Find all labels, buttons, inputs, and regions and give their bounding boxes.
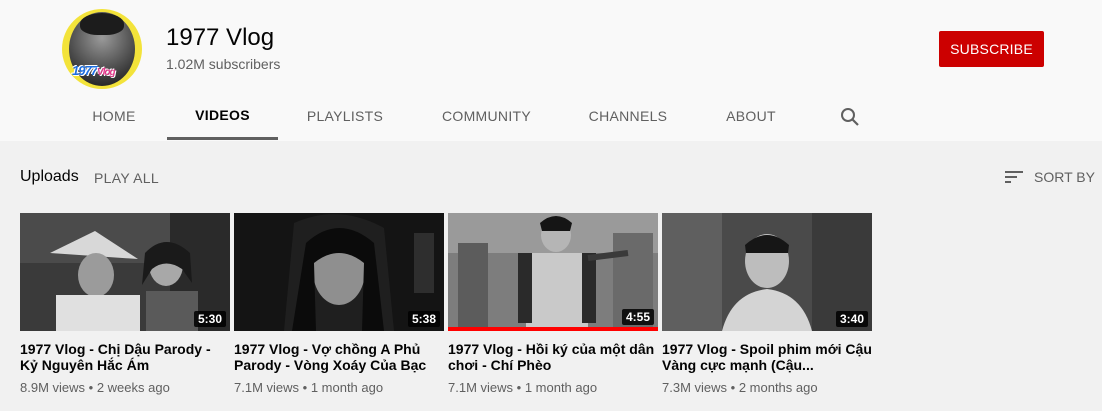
video-title[interactable]: 1977 Vlog - Spoil phim mới Cậu Vàng cực … xyxy=(662,341,872,373)
video-title[interactable]: 1977 Vlog - Vợ chồng A Phủ Parody - Vòng… xyxy=(234,341,444,373)
video-card[interactable]: 4:55 1977 Vlog - Hồi ký của một dân chơi… xyxy=(448,213,658,395)
video-thumbnail[interactable]: 5:38 xyxy=(234,213,444,331)
video-title[interactable]: 1977 Vlog - Chị Dậu Parody - Kỷ Nguyên H… xyxy=(20,341,230,373)
section-title: Uploads xyxy=(20,168,79,185)
subscriber-count: 1.02M subscribers xyxy=(166,56,281,72)
video-thumbnail[interactable]: 3:40 xyxy=(662,213,872,331)
video-meta: 7.3M views • 2 months ago xyxy=(662,380,818,395)
channel-header: 1977Vlog 1977 Vlog 1.02M subscribers SUB… xyxy=(0,0,1102,140)
play-all-button[interactable]: PLAY ALL xyxy=(94,170,159,186)
channel-avatar[interactable]: 1977Vlog xyxy=(62,9,142,89)
video-duration: 5:38 xyxy=(407,311,440,327)
video-card[interactable]: 5:38 1977 Vlog - Vợ chồng A Phủ Parody -… xyxy=(234,213,444,395)
videos-section: Uploads PLAY ALL SORT BY 5:30 1977 Vlog … xyxy=(0,141,1102,411)
video-card[interactable]: 5:30 1977 Vlog - Chị Dậu Parody - Kỷ Ngu… xyxy=(20,213,230,395)
tab-playlists[interactable]: PLAYLISTS xyxy=(296,92,394,140)
subscribe-button[interactable]: SUBSCRIBE xyxy=(939,31,1044,67)
avatar-hair xyxy=(80,13,124,35)
sort-icon xyxy=(1005,171,1023,183)
sort-by-button[interactable]: SORT BY xyxy=(1004,166,1095,188)
channel-tabs: HOME VIDEOS PLAYLISTS COMMUNITY CHANNELS… xyxy=(0,92,1102,140)
tab-home[interactable]: HOME xyxy=(76,92,152,140)
video-duration: 4:55 xyxy=(621,309,654,325)
video-thumbnail[interactable]: 4:55 xyxy=(448,213,658,331)
video-meta: 8.9M views • 2 weeks ago xyxy=(20,380,170,395)
channel-name: 1977 Vlog xyxy=(166,24,275,51)
tab-channels[interactable]: CHANNELS xyxy=(578,92,678,140)
avatar-logo: 1977Vlog xyxy=(72,63,116,78)
sort-by-label: SORT BY xyxy=(1034,169,1095,185)
tab-about[interactable]: ABOUT xyxy=(714,92,788,140)
tab-videos[interactable]: VIDEOS xyxy=(167,92,278,140)
video-duration: 5:30 xyxy=(193,311,226,327)
watched-progress-bar xyxy=(448,327,658,331)
video-title[interactable]: 1977 Vlog - Hồi ký của một dân chơi - Ch… xyxy=(448,341,658,373)
video-card[interactable]: 3:40 1977 Vlog - Spoil phim mới Cậu Vàng… xyxy=(662,213,872,395)
tab-community[interactable]: COMMUNITY xyxy=(430,92,543,140)
search-icon[interactable] xyxy=(838,105,862,129)
video-thumbnail[interactable]: 5:30 xyxy=(20,213,230,331)
video-meta: 7.1M views • 1 month ago xyxy=(234,380,384,395)
video-duration: 3:40 xyxy=(835,311,868,327)
video-meta: 7.1M views • 1 month ago xyxy=(448,380,598,395)
